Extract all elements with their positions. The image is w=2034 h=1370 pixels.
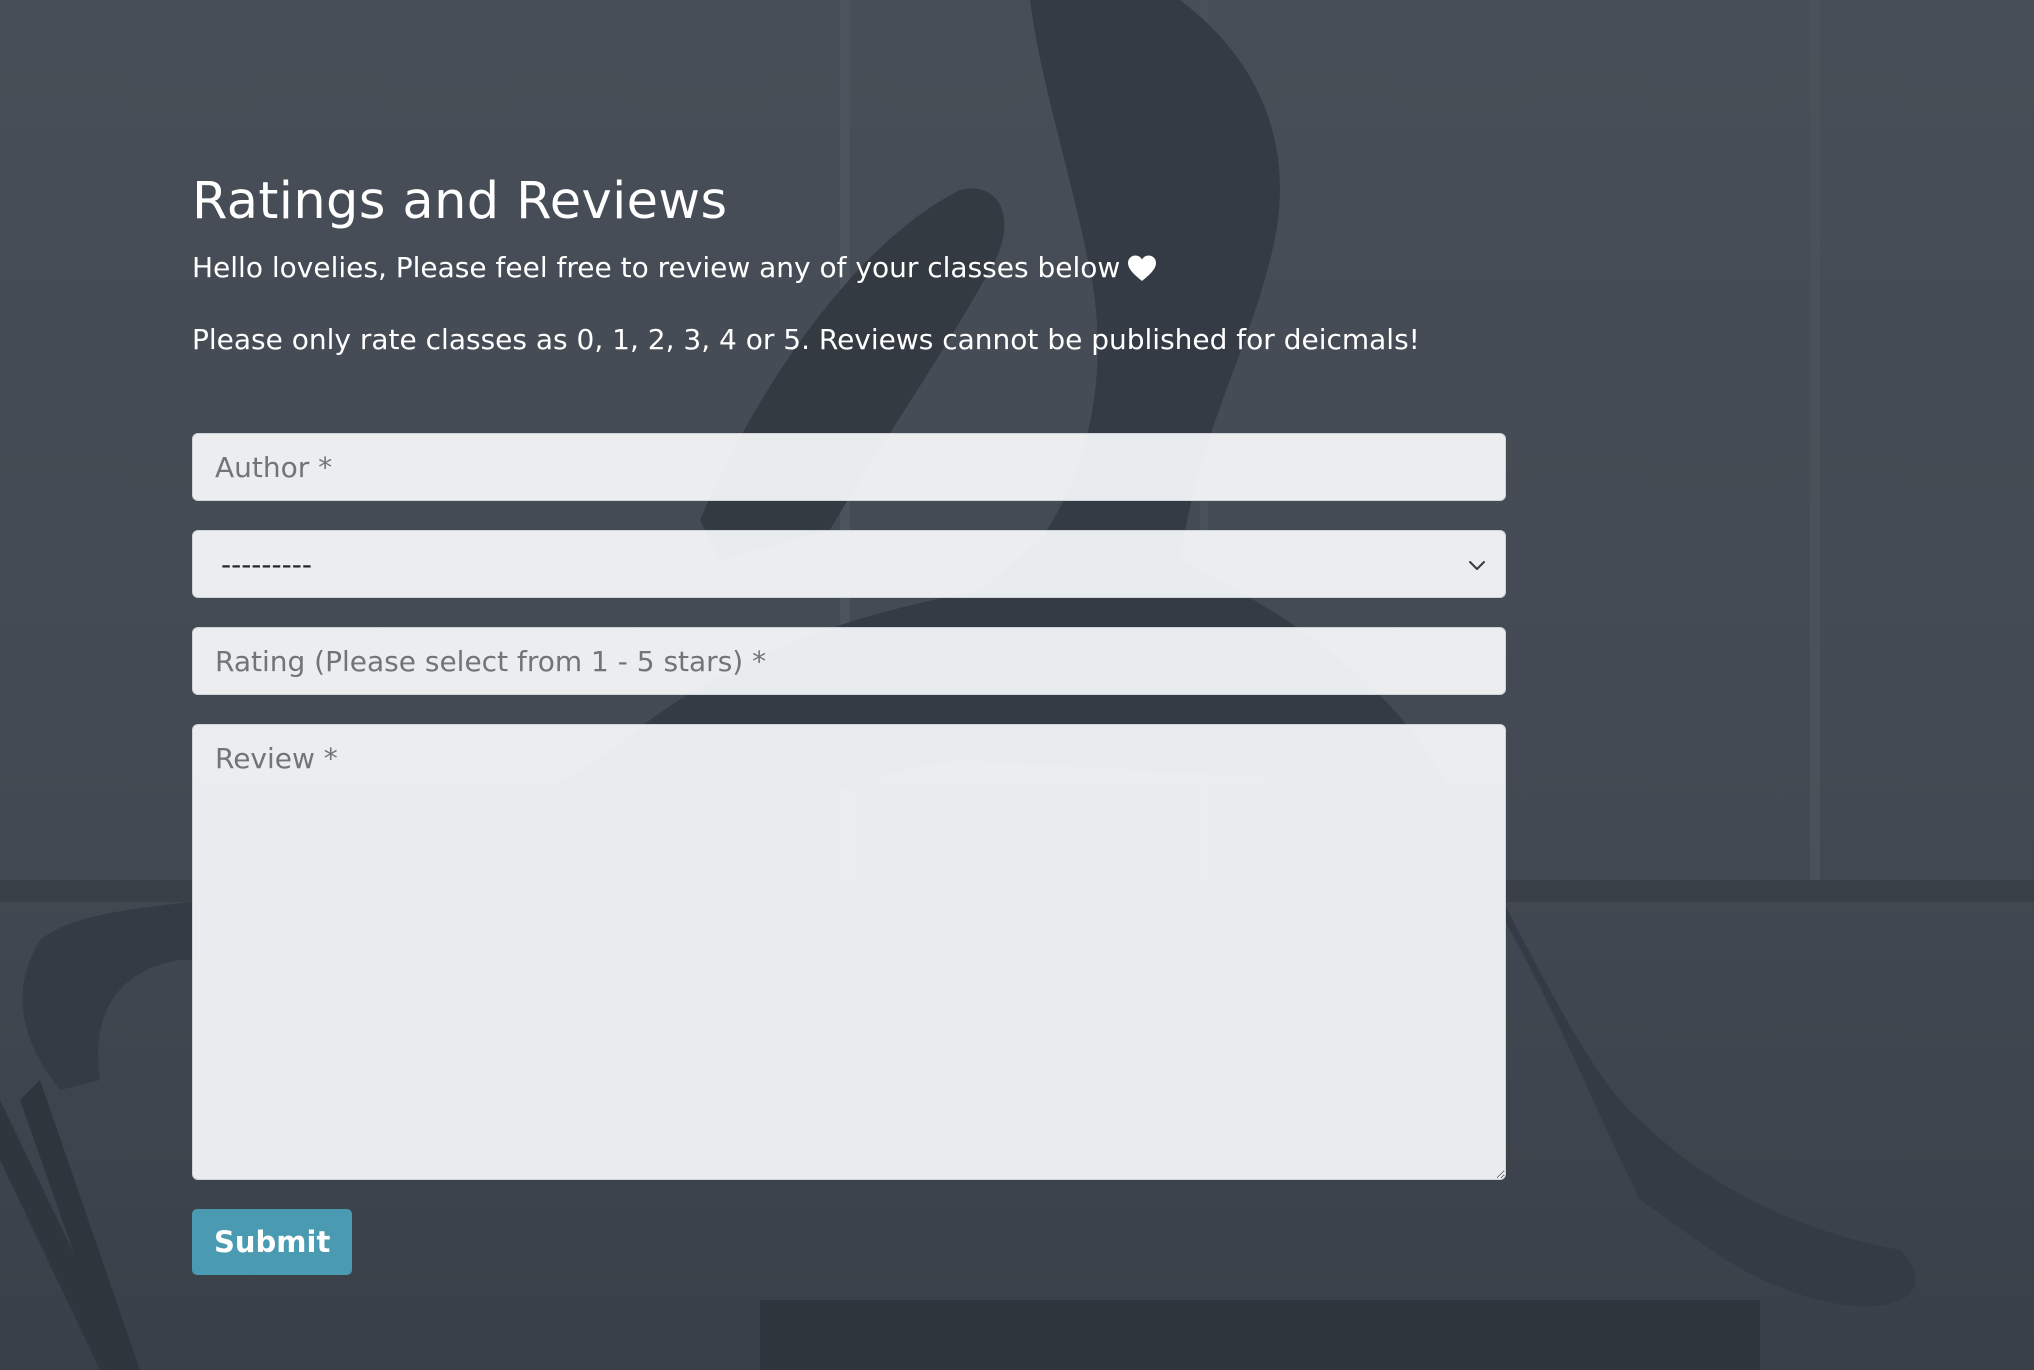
rating-input[interactable]: [192, 627, 1506, 695]
rating-notice: Please only rate classes as 0, 1, 2, 3, …: [192, 323, 1420, 356]
submit-button[interactable]: Submit: [192, 1209, 353, 1275]
author-input[interactable]: [192, 433, 1506, 501]
review-textarea[interactable]: [192, 724, 1506, 1180]
class-select[interactable]: ---------: [192, 530, 1506, 598]
intro-message: Hello lovelies, Please feel free to revi…: [192, 251, 1121, 284]
heart-icon: [1128, 255, 1157, 281]
class-select-wrapper: ---------: [192, 530, 1506, 598]
review-form: --------- Submit: [192, 433, 1506, 1275]
reviews-content: Ratings and Reviews Hello lovelies, Plea…: [192, 168, 1506, 1275]
ratings-reviews-page: Ratings and Reviews Hello lovelies, Plea…: [0, 0, 2034, 1370]
page-title: Ratings and Reviews: [192, 172, 728, 231]
intro-text: Hello lovelies, Please feel free to revi…: [192, 248, 1506, 288]
